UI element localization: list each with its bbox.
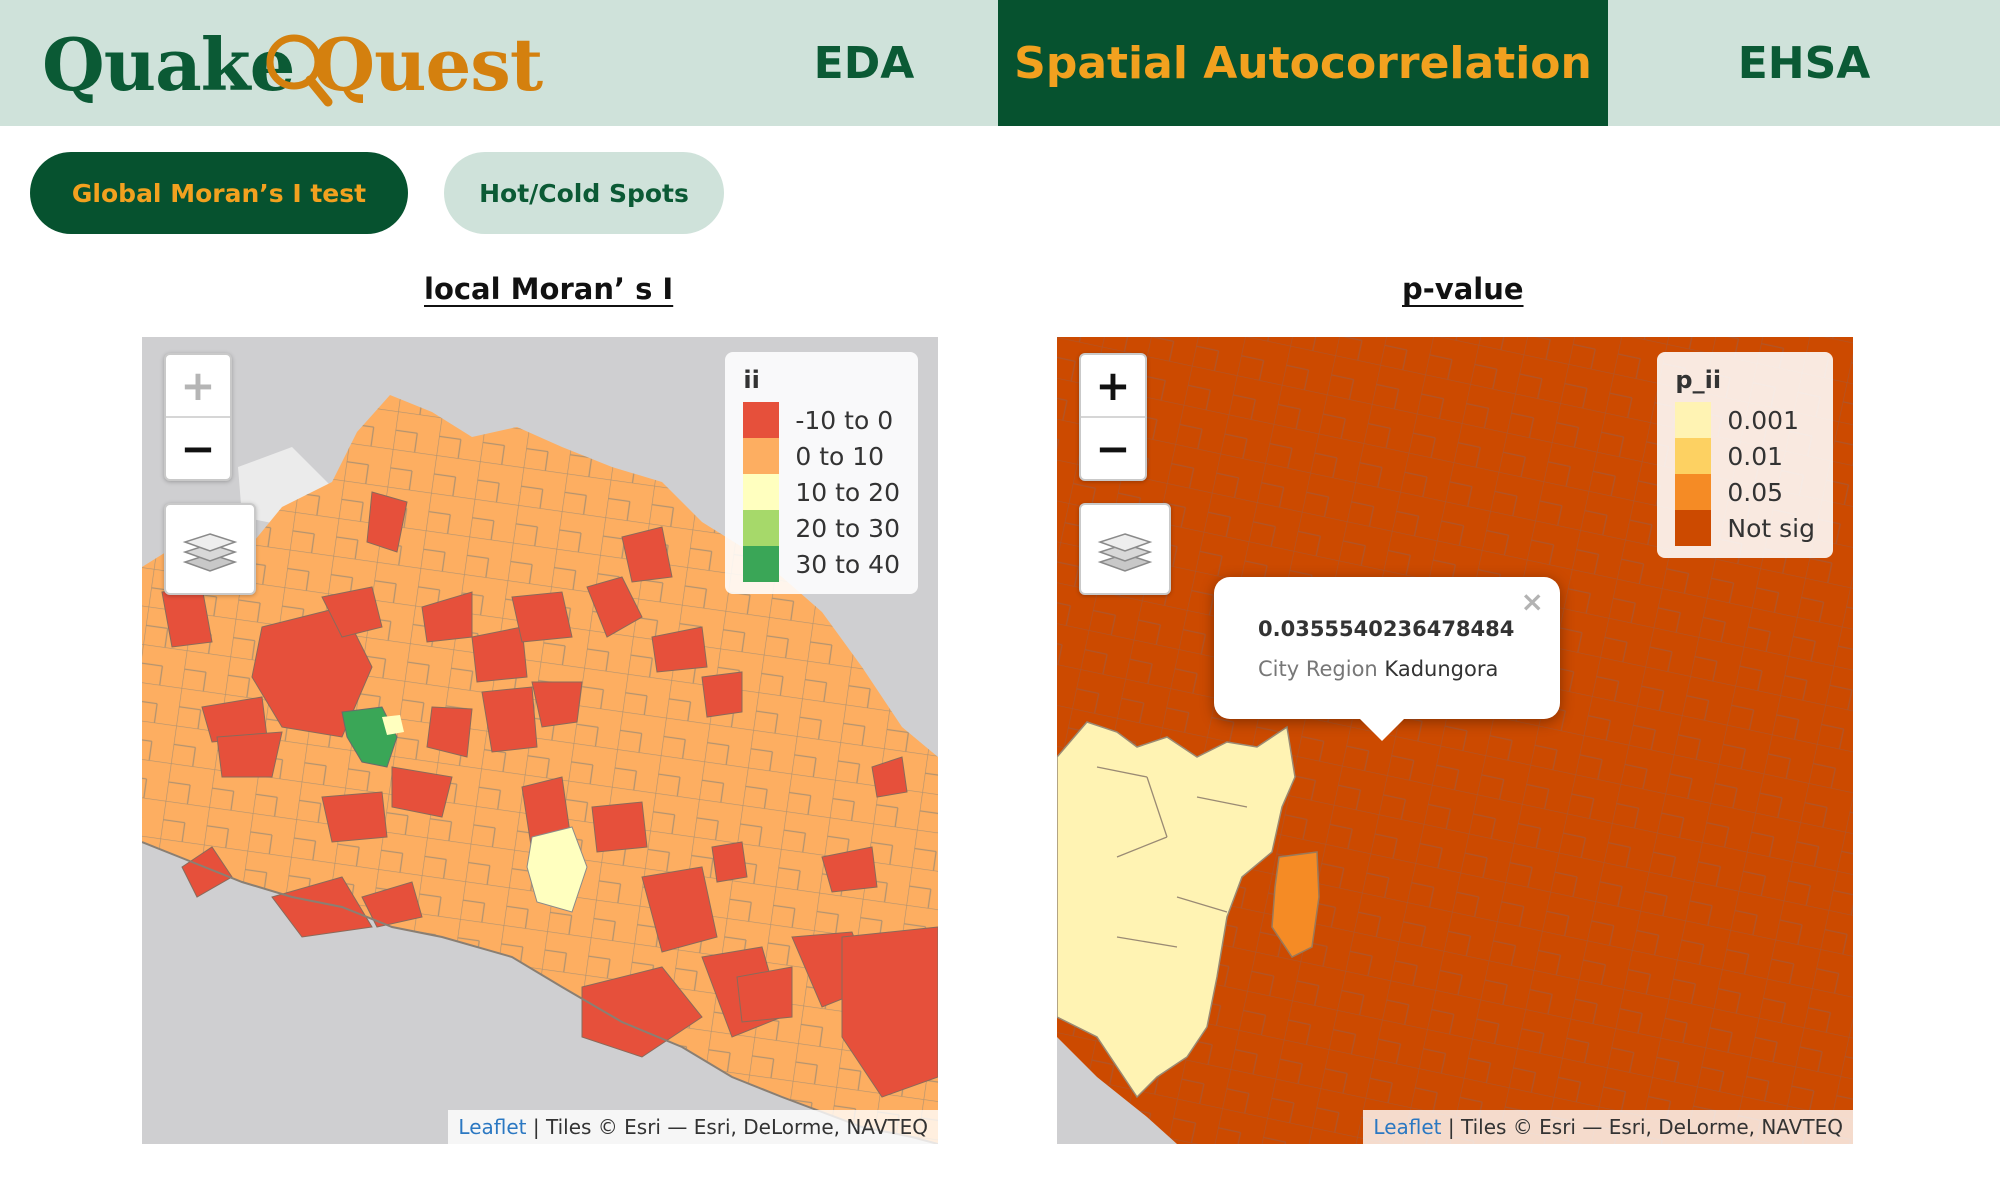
popup-name: Kadungora — [1384, 657, 1499, 681]
legend-label: 20 to 30 — [795, 513, 900, 543]
nav-tab-ehsa[interactable]: EHSA — [1608, 0, 2000, 126]
subtab-hot-cold-spots[interactable]: Hot/Cold Spots — [444, 152, 724, 234]
legend-swatch — [1675, 510, 1712, 546]
legend-swatch — [743, 438, 780, 474]
subtab-global-morans-i[interactable]: Global Moran’s I test — [30, 152, 408, 234]
nav-tab-spatial-autocorrelation[interactable]: Spatial Autocorrelation — [998, 0, 1608, 126]
popup-detail: City Region Kadungora — [1258, 657, 1498, 681]
zoom-out-button[interactable]: − — [166, 418, 230, 479]
legend-label: 0 to 10 — [795, 441, 885, 471]
legend-label: Not sig — [1727, 513, 1815, 543]
layers-button[interactable] — [1079, 503, 1171, 595]
legend-item: 30 to 40 — [743, 546, 900, 582]
map-legend: p_ii 0.001 0.01 0.05 Not sig — [1657, 352, 1833, 558]
popup-key: City Region — [1258, 657, 1378, 681]
legend-item: 0 to 10 — [743, 438, 900, 474]
legend-item: 0.05 — [1675, 474, 1815, 510]
legend-item: Not sig — [1675, 510, 1815, 546]
app-logo[interactable]: Quake Quest — [42, 14, 543, 114]
legend-label: 30 to 40 — [795, 549, 900, 579]
legend-swatch — [1675, 438, 1712, 474]
legend-item: 20 to 30 — [743, 510, 900, 546]
attribution-text: | Tiles © Esri — Esri, DeLorme, NAVTEQ — [526, 1115, 928, 1139]
legend-label: 0.01 — [1727, 441, 1784, 471]
popup-tip — [1360, 719, 1404, 741]
legend-swatch — [1675, 474, 1712, 510]
legend-item: -10 to 0 — [743, 402, 900, 438]
legend-label: 0.001 — [1727, 405, 1799, 435]
legend-item: 0.01 — [1675, 438, 1815, 474]
legend-swatch — [743, 510, 780, 546]
legend-swatch — [743, 402, 780, 438]
legend-swatch — [743, 546, 780, 582]
left-map-title: local Moran’ s I — [424, 272, 674, 306]
zoom-out-button[interactable]: − — [1081, 418, 1145, 479]
leaflet-link[interactable]: Leaflet — [1373, 1115, 1441, 1139]
zoom-in-button[interactable]: + — [166, 355, 230, 418]
right-map-title: p-value — [1402, 272, 1524, 306]
map-attribution: Leaflet | Tiles © Esri — Esri, DeLorme, … — [1363, 1110, 1853, 1144]
leaflet-link[interactable]: Leaflet — [458, 1115, 526, 1139]
legend-label: 0.05 — [1727, 477, 1784, 507]
layers-icon — [1097, 533, 1153, 572]
legend-title: p_ii — [1675, 366, 1722, 394]
map-attribution: Leaflet | Tiles © Esri — Esri, DeLorme, … — [448, 1110, 938, 1144]
magnifier-icon — [266, 34, 333, 107]
zoom-control: + − — [164, 353, 232, 481]
legend-swatch — [1675, 402, 1712, 438]
nav-tab-eda[interactable]: EDA — [730, 0, 998, 126]
p-value-map[interactable]: + − p_ii 0.001 0.01 0.05 Not sig × 0.035… — [1057, 337, 1853, 1144]
attribution-text: | Tiles © Esri — Esri, DeLorme, NAVTEQ — [1441, 1115, 1843, 1139]
map-popup: × 0.0355540236478484 City Region Kadungo… — [1214, 577, 1560, 741]
top-navbar: Quake Quest EDA Spatial Autocorrelation … — [0, 0, 2000, 126]
legend-label: -10 to 0 — [795, 405, 894, 435]
legend-item: 10 to 20 — [743, 474, 900, 510]
close-icon[interactable]: × — [1521, 585, 1544, 618]
local-morans-i-map[interactable]: + − ii -10 to 0 0 to 10 10 to 20 20 to 3… — [142, 337, 938, 1144]
map-legend: ii -10 to 0 0 to 10 10 to 20 20 to 30 30… — [725, 352, 918, 594]
legend-label: 10 to 20 — [795, 477, 900, 507]
zoom-control: + − — [1079, 353, 1147, 481]
logo-word-quest: Quest — [312, 21, 543, 107]
legend-swatch — [743, 474, 780, 510]
layers-button[interactable] — [164, 503, 256, 595]
legend-title: ii — [743, 366, 760, 394]
popup-value: 0.0355540236478484 — [1258, 617, 1515, 641]
logo-word-quake: Quake — [42, 21, 295, 107]
layers-icon — [182, 533, 238, 572]
zoom-in-button[interactable]: + — [1081, 355, 1145, 418]
legend-item: 0.001 — [1675, 402, 1815, 438]
